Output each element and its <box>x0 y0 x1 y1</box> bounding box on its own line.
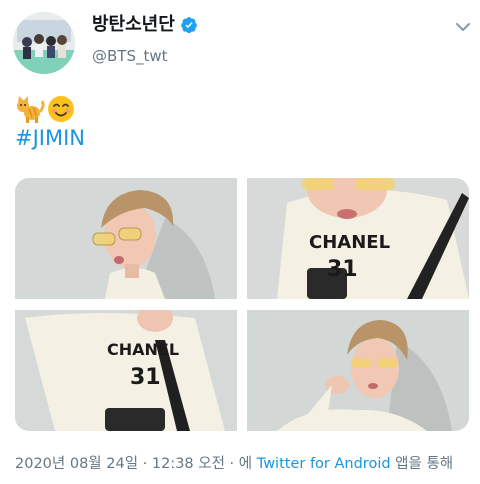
verified-badge-icon <box>180 17 197 34</box>
chanel-number-3: 31 <box>130 365 161 390</box>
photo-3[interactable]: CHANEL 31 <box>15 310 237 431</box>
tweet-source-link[interactable]: Twitter for Android <box>257 456 391 472</box>
cat-emoji-icon <box>17 96 45 123</box>
tweet-source-suffix: 앱을 통해 <box>390 456 454 472</box>
media-grid: CHANEL 31 CHANEL 31 <box>15 178 469 431</box>
chanel-text-2: CHANEL <box>309 232 390 253</box>
smiling-face-icon <box>48 96 74 122</box>
tweet-metadata: 2020년 08월 24일 · 12:38 오전 · 에 Twitter for… <box>15 452 453 473</box>
photo-1[interactable] <box>15 178 237 299</box>
photo-2-image: CHANEL 31 <box>247 178 469 299</box>
tweet-emojis <box>15 95 75 123</box>
chanel-text-3: CHANEL <box>107 340 179 359</box>
photo-4-image <box>247 310 469 431</box>
avatar-image <box>13 12 75 74</box>
author-handle[interactable]: @BTS_twt <box>92 47 168 65</box>
hashtag-link[interactable]: #JIMIN <box>15 126 85 150</box>
photo-4[interactable] <box>247 310 469 431</box>
author-name-row[interactable]: 방탄소년단 <box>92 14 198 36</box>
author-display-name[interactable]: 방탄소년단 <box>92 14 175 36</box>
photo-2[interactable]: CHANEL 31 <box>247 178 469 299</box>
photo-1-image <box>15 178 237 299</box>
author-avatar[interactable] <box>13 12 75 74</box>
tweet-timestamp[interactable]: 2020년 08월 24일 · 12:38 오전 · 에 <box>15 456 257 472</box>
photo-3-image: CHANEL 31 <box>15 310 237 431</box>
chevron-down-icon[interactable] <box>454 20 472 34</box>
chanel-number-2: 31 <box>327 257 358 282</box>
